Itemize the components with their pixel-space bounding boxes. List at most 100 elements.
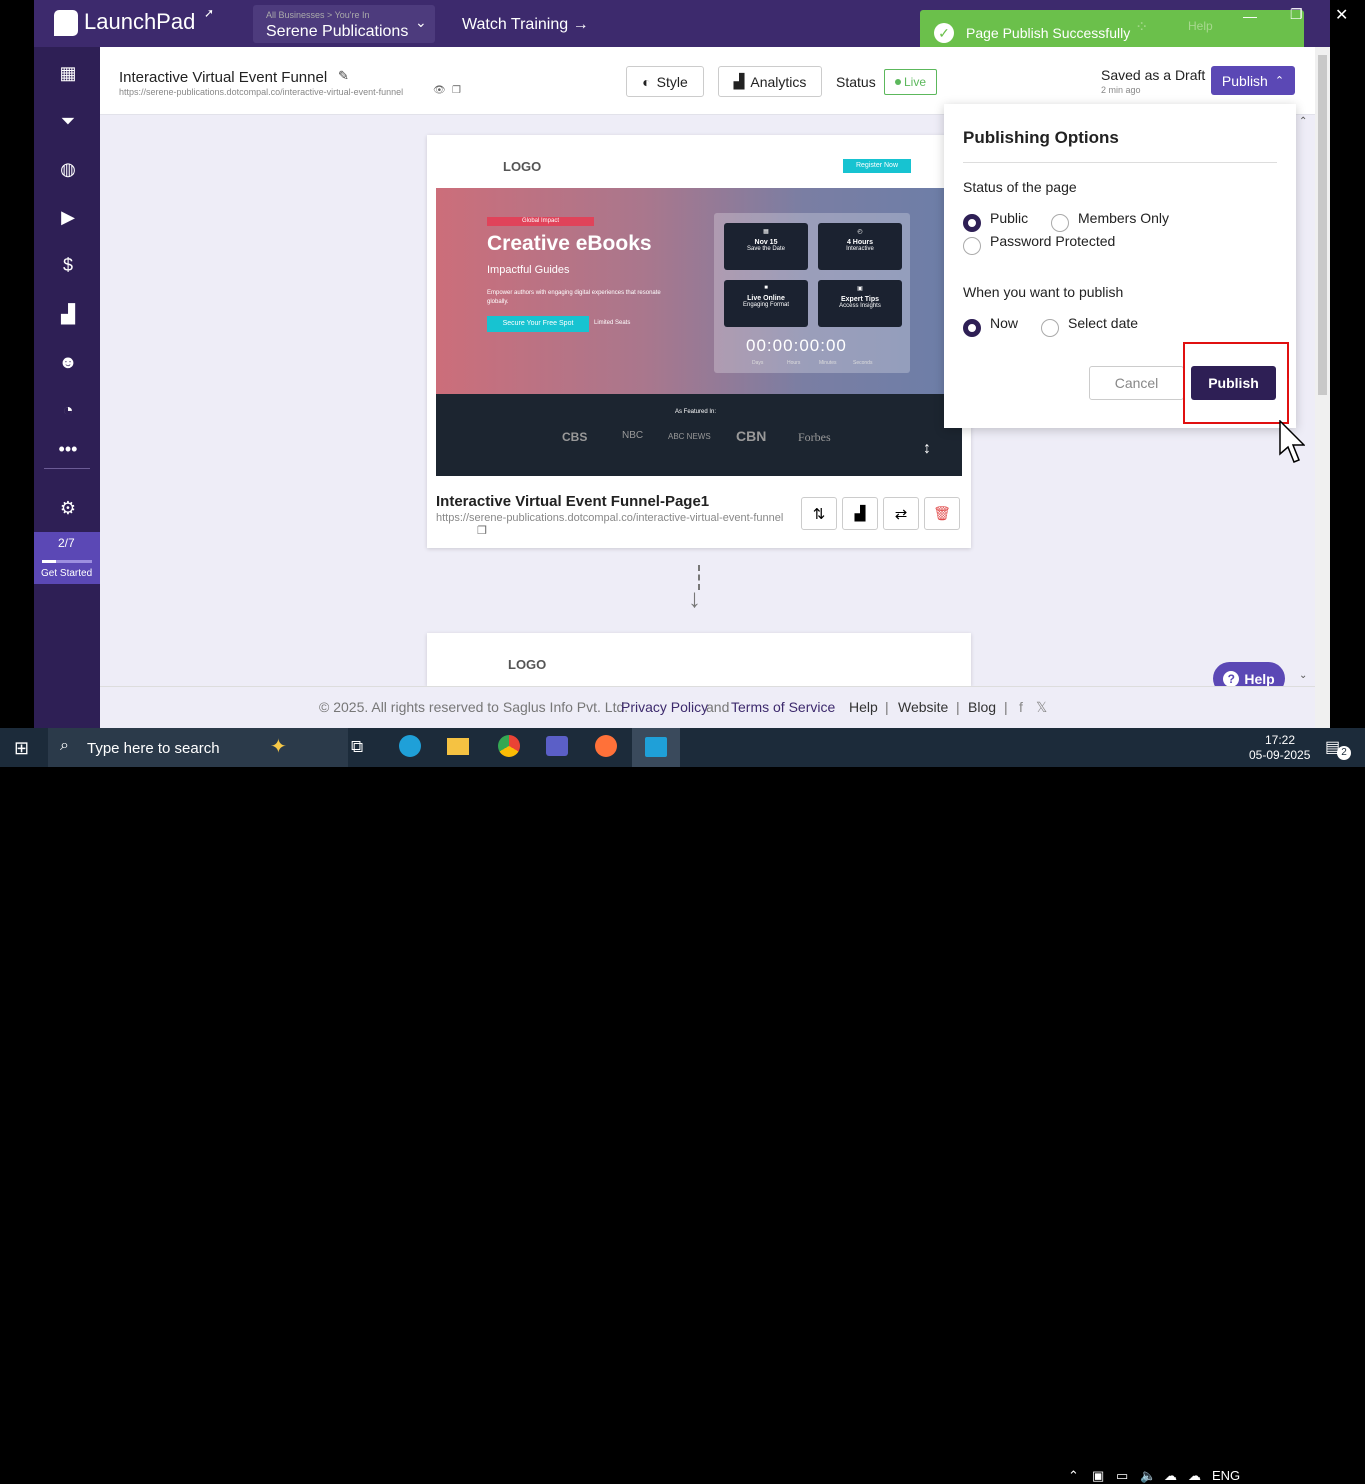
facebook-icon[interactable]: f — [1019, 699, 1023, 715]
resize-icon[interactable]: ↕ — [923, 440, 931, 458]
copy-icon[interactable]: ❐ — [452, 85, 461, 96]
scrollbar-thumb[interactable] — [1318, 55, 1327, 395]
file-explorer-icon[interactable] — [447, 738, 469, 755]
x-twitter-icon[interactable]: 𝕏 — [1036, 699, 1047, 716]
label-password-protected: Password Protected — [990, 233, 1116, 249]
style-button[interactable]: ◐ Style — [626, 66, 704, 97]
minimize-icon[interactable]: — — [1243, 8, 1257, 24]
website-link[interactable]: Website — [898, 699, 948, 715]
brand-logo: ABC NEWS — [668, 432, 711, 441]
windows-start-icon[interactable]: ⊞ — [14, 738, 29, 759]
media-app-icon — [645, 737, 667, 757]
meet-icon[interactable]: ▣ — [1092, 1468, 1104, 1484]
brand-name[interactable]: LaunchPad — [84, 9, 195, 35]
get-started-widget[interactable]: 2/7 Get Started — [34, 532, 100, 584]
radio-now[interactable] — [963, 319, 981, 337]
help-top-link[interactable]: Help — [1188, 19, 1213, 33]
volume-icon[interactable]: 🔈 — [1140, 1468, 1156, 1484]
scroll-down-icon[interactable]: ⌄ — [1299, 670, 1307, 681]
edit-icon[interactable]: ✎ — [338, 68, 349, 84]
radio-select-date[interactable] — [1041, 319, 1059, 337]
reorder-button[interactable]: ⇅ — [801, 497, 837, 530]
search-icon: ⌕ — [60, 737, 69, 754]
grid-icon[interactable]: ⁘ — [1135, 17, 1148, 37]
count-label: Minutes — [819, 360, 837, 366]
cancel-button[interactable]: Cancel — [1089, 366, 1184, 400]
taskbar-search[interactable]: ⌕ Type here to search ✦ — [48, 728, 348, 767]
video-icon[interactable]: ▶ — [58, 207, 78, 227]
count-label: Days — [752, 360, 764, 366]
delete-button[interactable]: 🗑 — [924, 497, 960, 530]
dollar-icon[interactable]: $ — [58, 255, 78, 275]
featured-heading: As Featured In: — [675, 409, 717, 415]
radio-password-protected[interactable] — [963, 237, 981, 255]
saved-time: 2 min ago — [1101, 85, 1141, 95]
replace-button[interactable]: ⇄ — [883, 497, 919, 530]
arrow-down-icon: ↓ — [688, 583, 701, 613]
clock-time[interactable]: 17:22 — [1265, 733, 1295, 747]
footer-sep: | — [885, 699, 889, 715]
settings-icon[interactable]: ⚙ — [58, 498, 78, 518]
close-icon[interactable]: ✕ — [1335, 5, 1348, 25]
teams-icon[interactable] — [546, 736, 568, 756]
progress-fill — [42, 560, 57, 563]
radio-members-only[interactable] — [1051, 214, 1069, 232]
users-icon[interactable]: ☻ — [58, 352, 78, 372]
and-text: and — [706, 699, 730, 715]
analytics-button[interactable]: ▟ Analytics — [718, 66, 822, 97]
cloud-icon[interactable]: ☁ — [1188, 1468, 1201, 1484]
sidebar-divider — [44, 468, 90, 469]
watch-training-link[interactable]: Watch Training → — [462, 16, 589, 34]
onedrive-icon[interactable]: ☁ — [1164, 1468, 1177, 1484]
chart-icon: ▟ — [854, 505, 866, 521]
globe-icon[interactable]: ◍ — [58, 159, 78, 179]
publish-dropdown-button[interactable]: Publish ⌃ — [1211, 66, 1295, 95]
copy-url-icon[interactable]: ❐ — [477, 524, 487, 537]
analytics-icon[interactable]: ▟ — [58, 304, 78, 324]
more-icon[interactable]: ••• — [58, 439, 78, 459]
publish-button[interactable]: Publish — [1191, 366, 1276, 400]
maximize-icon[interactable]: ❐ — [1290, 6, 1303, 23]
task-view-icon[interactable]: ⧉ — [351, 737, 363, 757]
edge-icon[interactable] — [399, 735, 421, 757]
language-indicator[interactable]: ENG — [1212, 1468, 1240, 1483]
taskbar: ⊞ ⌕ Type here to search ✦ ⧉ ⌃ ▣ ▭ 🔈 ☁ ☁ … — [0, 728, 1365, 1483]
calendar-icon: ▦ — [763, 229, 769, 235]
launchpad-logo-icon[interactable] — [54, 10, 78, 36]
search-placeholder: Type here to search — [87, 740, 220, 757]
sparkle-icon: ✦ — [270, 736, 287, 758]
clock-date[interactable]: 05-09-2025 — [1249, 748, 1310, 762]
hero-badge: Global Impact — [487, 217, 594, 226]
funnel-url[interactable]: https://serene-publications.dotcompal.co… — [119, 87, 403, 97]
terms-link[interactable]: Terms of Service — [731, 699, 835, 715]
hero-subhead: Impactful Guides — [487, 264, 570, 276]
eye-icon[interactable]: 👁 — [433, 85, 446, 96]
register-button-preview: Register Now — [843, 159, 911, 173]
network-icon[interactable]: ▭ — [1116, 1468, 1128, 1484]
funnel-icon[interactable]: ⏷ — [58, 111, 78, 131]
chevron-up-tray-icon[interactable]: ⌃ — [1068, 1468, 1079, 1484]
radio-public[interactable] — [963, 214, 981, 232]
rocket-icon: ➚ — [204, 6, 215, 20]
chevron-up-icon: ⌃ — [1274, 75, 1285, 87]
popup-divider — [963, 162, 1277, 163]
repeat-icon: ⇄ — [894, 505, 908, 523]
page-url[interactable]: https://serene-publications.dotcompal.co… — [436, 512, 786, 525]
business-switcher[interactable]: All Businesses > You're In Serene Public… — [253, 5, 435, 43]
blog-link[interactable]: Blog — [968, 699, 996, 715]
page-analytics-button[interactable]: ▟ — [842, 497, 878, 530]
dashboard-icon[interactable]: ▦ — [58, 63, 78, 83]
live-dot-icon — [894, 79, 901, 85]
privacy-policy-link[interactable]: Privacy Policy — [621, 699, 708, 715]
gauge-icon[interactable]: ◔ — [58, 400, 78, 420]
hero-headline: Creative eBooks — [487, 232, 652, 255]
chrome-icon[interactable] — [498, 735, 520, 757]
page-title: Interactive Virtual Event Funnel-Page1 — [436, 493, 710, 510]
toast-message: Page Publish Successfully — [966, 25, 1131, 41]
label-members-only: Members Only — [1078, 210, 1170, 226]
firefox-icon[interactable] — [595, 735, 617, 757]
help-link[interactable]: Help — [849, 699, 878, 715]
hero-body: Empower authors with engaging digital ex… — [487, 290, 661, 305]
scroll-up-icon[interactable]: ⌃ — [1299, 116, 1307, 127]
scrollbar[interactable] — [1315, 47, 1330, 728]
